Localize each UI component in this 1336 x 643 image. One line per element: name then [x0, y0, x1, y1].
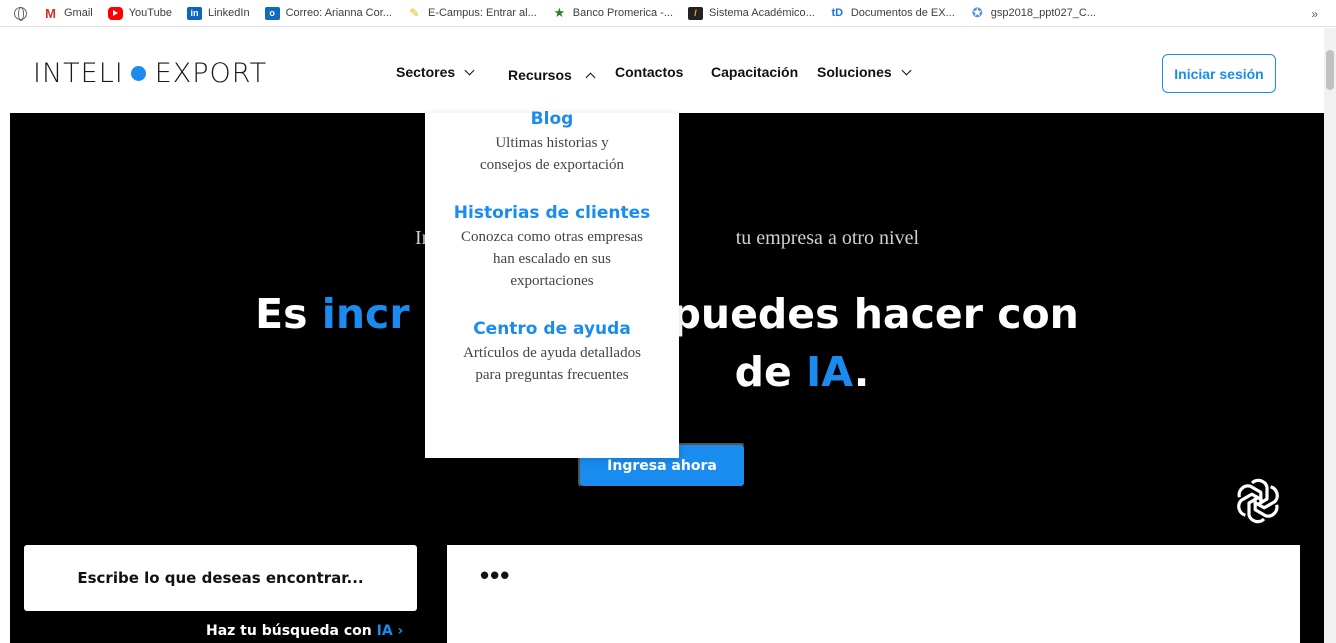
nav-label: Contactos	[615, 64, 684, 80]
title-part: puedes hacer con	[671, 290, 1079, 338]
bookmark-gsp[interactable]: ✪ gsp2018_ppt027_C...	[970, 5, 1096, 20]
outlook-icon: o	[264, 6, 280, 20]
nav-label: Soluciones	[817, 64, 892, 80]
bookmark-linkedin[interactable]: in LinkedIn	[186, 6, 250, 20]
dropdown-item-desc: Conozca como otras empresas han escalado…	[460, 229, 644, 289]
dropdown-item-desc: Artículos de ayuda detallados para pregu…	[463, 345, 641, 383]
bookmark-label: Banco Promerica -...	[572, 7, 674, 19]
bookmark-label: Correo: Arianna Cor...	[285, 7, 392, 19]
bookmark-ecampus[interactable]: ✎ E-Campus: Entrar al...	[407, 6, 537, 20]
dropdown-item-historias[interactable]: Historias de clientes Conozca como otras…	[425, 203, 679, 292]
dropdown-item-title: Centro de ayuda	[473, 319, 631, 339]
dropdown-item-ayuda[interactable]: Centro de ayuda Artículos de ayuda detal…	[425, 319, 679, 386]
bookmarks-more-button[interactable]: »	[1311, 7, 1318, 21]
bookmark-label: E-Campus: Entrar al...	[427, 7, 537, 19]
bookmark-promerica[interactable]: ★ Banco Promerica -...	[552, 5, 674, 20]
linkedin-icon: in	[186, 6, 202, 20]
bookmark-label: YouTube	[128, 7, 172, 19]
ai-search-text: Haz tu búsqueda con	[206, 623, 377, 639]
un-icon: ✪	[971, 5, 983, 20]
chevron-down-icon	[901, 65, 912, 75]
site-header: INTELI EXPORT Sectores Recursos Contacto…	[0, 28, 1324, 113]
dropdown-item-desc: Ultimas historias y consejos de exportac…	[479, 135, 625, 173]
recursos-dropdown: Blog Ultimas historias y consejos de exp…	[425, 109, 679, 458]
title-part: Es	[255, 290, 322, 338]
chevron-up-icon	[585, 72, 596, 82]
title-part-accent: IA	[806, 348, 854, 396]
dropdown-item-title: Historias de clientes	[453, 203, 651, 223]
typing-indicator: •••	[480, 560, 511, 590]
title-part: .	[853, 348, 870, 396]
login-button[interactable]: Iniciar sesión	[1162, 54, 1276, 93]
dropdown-item-blog[interactable]: Blog Ultimas historias y consejos de exp…	[425, 109, 679, 176]
search-prompt-label: Escribe lo que deseas encontrar...	[77, 569, 364, 587]
ecampus-icon: ✎	[409, 6, 420, 20]
bookmark-label: gsp2018_ppt027_C...	[990, 7, 1096, 19]
bookmark-gmail[interactable]: M Gmail	[43, 5, 93, 21]
hero-subtitle-right: tu empresa a otro nivel	[735, 227, 920, 249]
star-icon: ★	[553, 5, 566, 20]
bookmark-documentos[interactable]: tD Documentos de EX...	[830, 7, 955, 20]
bookmark-correo[interactable]: o Correo: Arianna Cor...	[264, 6, 392, 20]
gmail-icon: M	[45, 5, 56, 21]
title-part: de	[734, 348, 807, 396]
title-part-accent: incr	[321, 290, 410, 338]
ai-search-link[interactable]: Haz tu búsqueda con IA ›	[206, 623, 403, 639]
sistema-icon: /	[688, 6, 704, 20]
nav-sectores[interactable]: Sectores	[396, 64, 475, 80]
nav-label: Capacitación	[711, 64, 799, 80]
nav-label: Sectores	[396, 64, 456, 80]
scrollbar-thumb[interactable]	[1326, 50, 1334, 90]
bookmark-label: LinkedIn	[207, 7, 250, 19]
chevron-right-icon: ›	[392, 623, 404, 639]
logo-text-right: EXPORT	[154, 58, 268, 89]
dropdown-item-title: Blog	[530, 109, 574, 129]
nav-label: Recursos	[508, 67, 572, 83]
bookmark-label: Sistema Académico...	[709, 7, 815, 19]
openai-icon[interactable]	[1230, 473, 1286, 529]
ai-search-accent: IA	[376, 623, 393, 639]
chevron-down-icon	[464, 65, 475, 75]
bookmarks-bar: M Gmail YouTube in LinkedIn o Correo: Ar…	[0, 0, 1336, 27]
chat-response-box: •••	[447, 545, 1300, 643]
nav-recursos[interactable]: Recursos	[508, 67, 596, 83]
bookmark-sistema[interactable]: / Sistema Académico...	[688, 6, 815, 20]
bookmark-youtube[interactable]: YouTube	[107, 6, 172, 20]
youtube-icon	[107, 6, 123, 20]
search-prompt-box[interactable]: Escribe lo que deseas encontrar...	[24, 545, 417, 611]
td-icon: tD	[831, 7, 844, 19]
bookmark-label: Gmail	[64, 7, 93, 19]
logo-dot-icon	[130, 66, 146, 81]
nav-contactos[interactable]: Contactos	[615, 64, 683, 80]
nav-soluciones[interactable]: Soluciones	[817, 64, 912, 80]
bookmark-label: Documentos de EX...	[850, 7, 955, 19]
page-scrollbar[interactable]	[1324, 28, 1336, 643]
logo[interactable]: INTELI EXPORT	[33, 58, 267, 89]
nav-capacitacion[interactable]: Capacitación	[711, 64, 798, 80]
globe-icon[interactable]	[14, 6, 27, 21]
logo-text-left: INTELI	[33, 58, 124, 89]
